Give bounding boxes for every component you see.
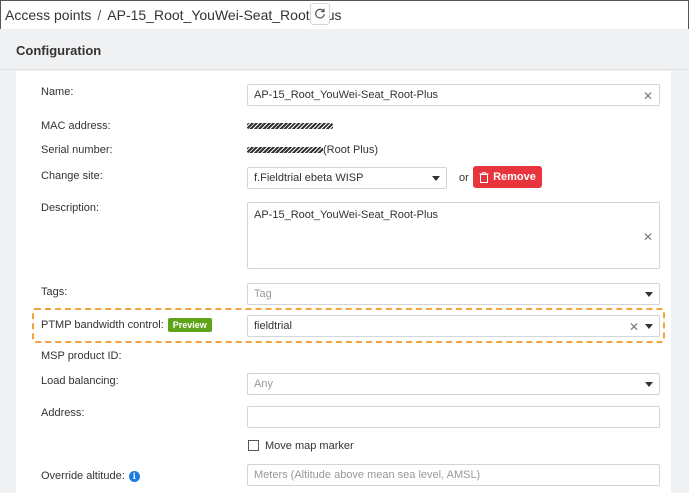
site-select[interactable]: f.Fieldtrial ebeta WISP bbox=[247, 167, 447, 189]
chevron-down-icon bbox=[645, 292, 653, 297]
refresh-button[interactable] bbox=[310, 3, 330, 25]
breadcrumb: Access points / AP-15_Root_YouWei-Seat_Roo… bbox=[5, 7, 342, 23]
site-label: Change site: bbox=[41, 170, 103, 182]
ptmp-select[interactable]: fieldtrial ✕ bbox=[247, 315, 660, 337]
serial-label: Serial number: bbox=[41, 144, 113, 156]
divider bbox=[0, 69, 689, 70]
altitude-placeholder: Meters (Altitude above mean sea level, A… bbox=[254, 469, 481, 481]
serial-suffix: (Root Plus) bbox=[323, 144, 379, 156]
config-card bbox=[16, 71, 671, 493]
altitude-label: Override altitude: i bbox=[41, 470, 140, 482]
altitude-input[interactable]: Meters (Altitude above mean sea level, A… bbox=[247, 464, 660, 486]
remove-label: Remove bbox=[493, 171, 536, 183]
description-label: Description: bbox=[41, 202, 100, 214]
load-balancing-value: Any bbox=[254, 378, 273, 390]
name-value: AP-15_Root_YouWei-Seat_Root-Plus bbox=[254, 89, 439, 101]
move-marker-label: Move map marker bbox=[265, 440, 354, 452]
ptmp-label-text: PTMP bandwidth control: bbox=[41, 318, 164, 331]
section-title: Configuration bbox=[16, 43, 102, 58]
move-marker-checkbox[interactable] bbox=[248, 440, 259, 451]
ptmp-value: fieldtrial bbox=[254, 320, 292, 332]
mac-value-redacted bbox=[247, 120, 333, 132]
preview-badge: Preview bbox=[167, 318, 212, 332]
breadcrumb-separator: / bbox=[97, 7, 102, 23]
redacted-scribble bbox=[247, 147, 323, 154]
or-text: or bbox=[459, 172, 469, 184]
top-bar: Access points / AP-15_Root_YouWei-Seat_Roo… bbox=[0, 0, 691, 29]
altitude-label-text: Override altitude: bbox=[41, 470, 125, 482]
msp-label: MSP product ID: bbox=[41, 350, 122, 362]
remove-button[interactable]: Remove bbox=[473, 166, 542, 188]
load-balancing-label: Load balancing: bbox=[41, 375, 119, 387]
clear-icon[interactable]: ✕ bbox=[629, 320, 639, 334]
address-label: Address: bbox=[41, 407, 85, 419]
load-balancing-select[interactable]: Any bbox=[247, 373, 660, 395]
description-value: AP-15_Root_YouWei-Seat_Root-Plus bbox=[254, 209, 439, 221]
clear-icon[interactable]: ✕ bbox=[643, 89, 653, 103]
breadcrumb-current: AP-15_Root_YouWei-Seat_Root-Plus bbox=[107, 7, 342, 23]
breadcrumb-parent[interactable]: Access points bbox=[5, 7, 91, 23]
chevron-down-icon bbox=[432, 176, 440, 181]
trash-icon bbox=[479, 171, 489, 183]
name-input[interactable]: AP-15_Root_YouWei-Seat_Root-Plus ✕ bbox=[247, 84, 660, 106]
tags-label: Tags: bbox=[41, 286, 68, 298]
refresh-icon bbox=[315, 8, 325, 19]
ptmp-label: PTMP bandwidth control: Preview bbox=[41, 318, 212, 332]
info-icon[interactable]: i bbox=[128, 470, 140, 482]
address-input[interactable] bbox=[247, 406, 660, 428]
tags-placeholder: Tag bbox=[254, 288, 272, 300]
site-value: f.Fieldtrial ebeta WISP bbox=[254, 172, 364, 184]
serial-value: (Root Plus) bbox=[247, 144, 378, 156]
clear-icon[interactable]: ✕ bbox=[643, 230, 653, 244]
description-textarea[interactable]: AP-15_Root_YouWei-Seat_Root-Plus ✕ bbox=[247, 202, 660, 269]
tags-select[interactable]: Tag bbox=[247, 283, 660, 305]
mac-label: MAC address: bbox=[41, 120, 111, 132]
chevron-down-icon bbox=[645, 382, 653, 387]
redacted-scribble bbox=[247, 123, 333, 130]
name-label: Name: bbox=[41, 86, 74, 98]
chevron-down-icon bbox=[645, 324, 653, 329]
